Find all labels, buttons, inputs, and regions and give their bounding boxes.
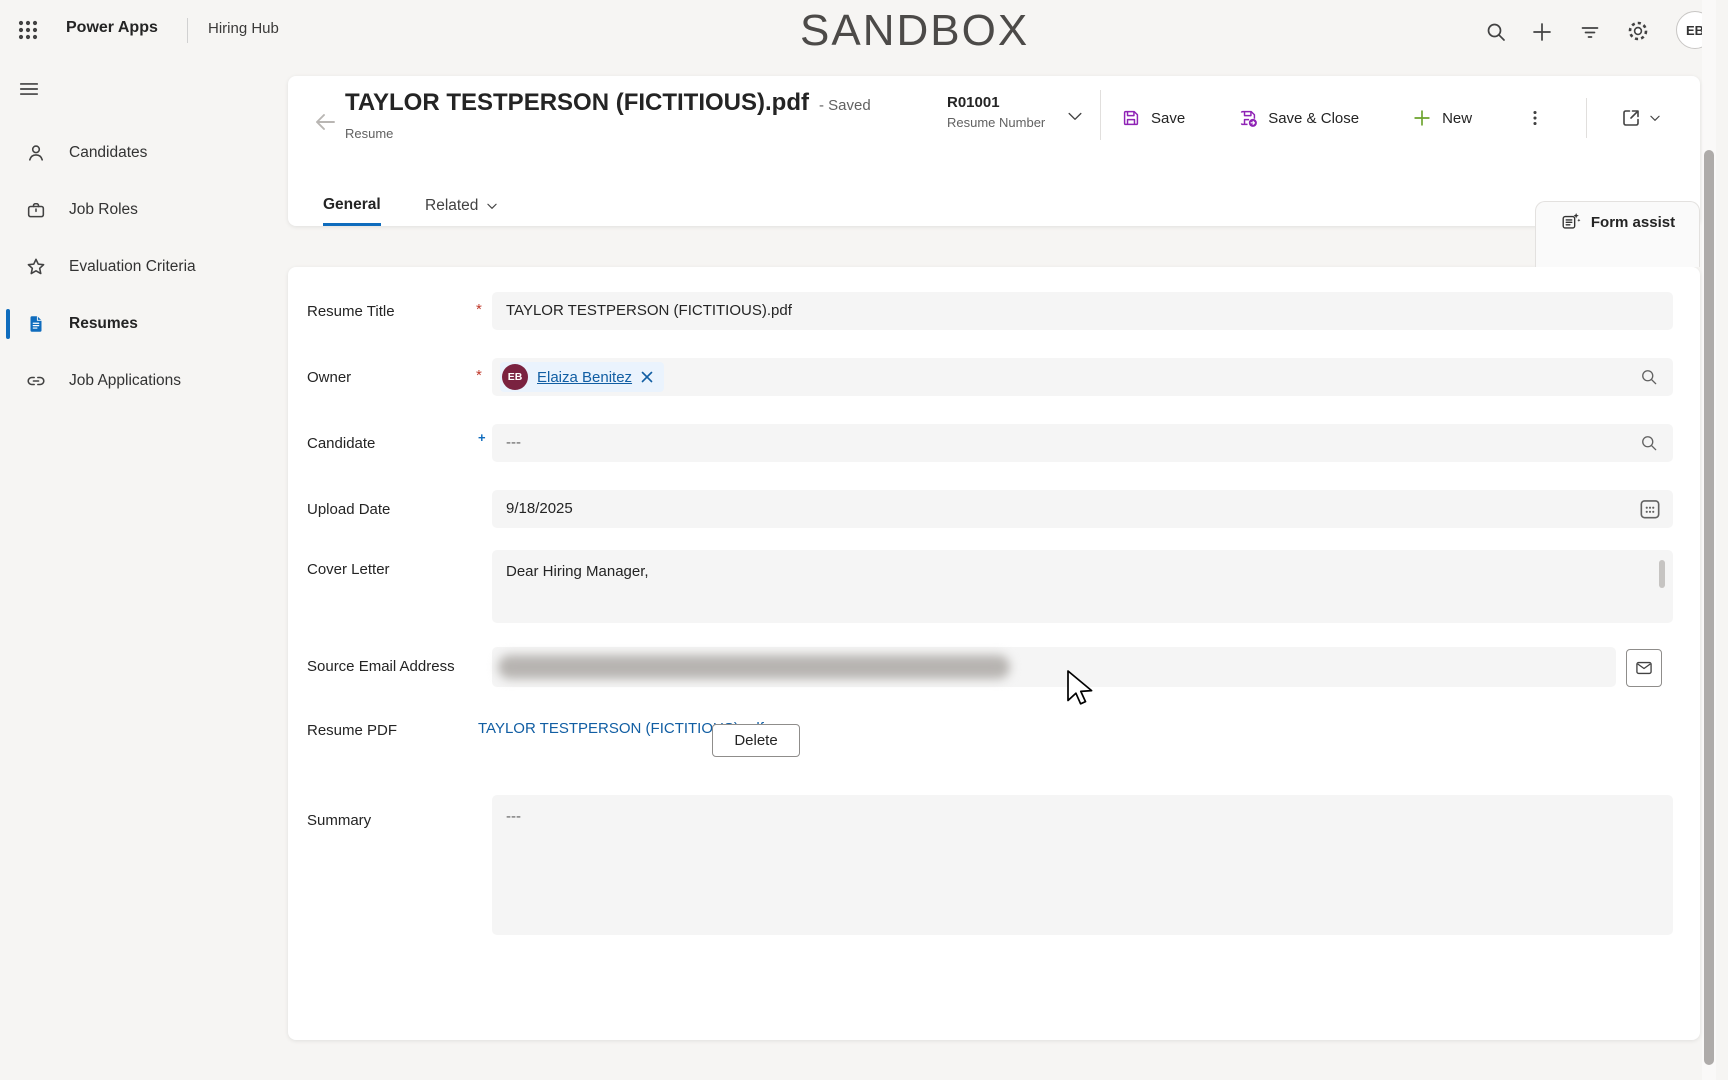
add-icon bbox=[1411, 107, 1433, 129]
back-arrow-icon[interactable] bbox=[313, 110, 337, 134]
sidebar-item-job-roles[interactable]: Job Roles bbox=[0, 181, 260, 238]
sidebar-item-label: Candidates bbox=[69, 144, 147, 162]
cover-letter-label: Cover Letter bbox=[307, 561, 390, 578]
sidebar-item-label: Job Roles bbox=[69, 201, 138, 219]
new-button[interactable]: New bbox=[1411, 107, 1472, 129]
environment-banner: SANDBOX bbox=[800, 6, 1029, 56]
sidebar-item-candidates[interactable]: Candidates bbox=[0, 124, 260, 181]
email-button[interactable] bbox=[1626, 649, 1662, 687]
command-bar-divider-2 bbox=[1586, 98, 1587, 138]
top-bar: Power Apps Hiring Hub SANDBOX EB bbox=[0, 0, 1728, 60]
resume-number-value: R01001 bbox=[947, 94, 1045, 113]
record-header-card: TAYLOR TESTPERSON (FICTITIOUS).pdf - Sav… bbox=[288, 76, 1700, 226]
chevron-down-icon bbox=[1648, 111, 1662, 125]
page-scrollbar-thumb[interactable] bbox=[1704, 150, 1714, 1065]
required-marker: * bbox=[476, 301, 482, 318]
owner-search-icon[interactable] bbox=[1639, 367, 1659, 387]
required-marker: * bbox=[476, 367, 482, 384]
share-button[interactable] bbox=[1619, 106, 1662, 130]
search-icon[interactable] bbox=[1484, 20, 1508, 44]
calendar-icon[interactable] bbox=[1637, 496, 1663, 522]
summary-label: Summary bbox=[307, 812, 371, 829]
tab-related[interactable]: Related bbox=[425, 186, 499, 226]
owner-record-chip: EB Elaiza Benitez bbox=[500, 362, 664, 392]
delete-file-button[interactable]: Delete bbox=[712, 724, 800, 757]
form-assist-button[interactable]: Form assist bbox=[1535, 201, 1700, 267]
sidebar-item-label: Evaluation Criteria bbox=[69, 258, 196, 276]
source-email-label: Source Email Address bbox=[307, 658, 455, 675]
save-status: - Saved bbox=[819, 97, 871, 114]
cover-letter-textarea[interactable]: Dear Hiring Manager, bbox=[492, 550, 1673, 623]
share-icon bbox=[1619, 106, 1643, 130]
sidebar-item-resumes[interactable]: Resumes bbox=[0, 295, 260, 352]
mail-icon bbox=[1634, 658, 1654, 678]
site-map-sidebar: Candidates Job Roles Evaluation Criteria… bbox=[0, 60, 260, 1080]
person-icon bbox=[25, 142, 47, 164]
briefcase-icon bbox=[25, 199, 47, 221]
resume-title-input[interactable]: TAYLOR TESTPERSON (FICTITIOUS).pdf bbox=[492, 292, 1673, 330]
selected-indicator bbox=[6, 309, 10, 339]
summary-textarea[interactable]: --- bbox=[492, 795, 1673, 935]
sidebar-item-label: Job Applications bbox=[69, 372, 181, 390]
quick-create-icon[interactable] bbox=[1530, 20, 1554, 44]
resume-title-label: Resume Title bbox=[307, 303, 395, 320]
owner-label: Owner bbox=[307, 369, 351, 386]
sidebar-item-label: Resumes bbox=[69, 315, 138, 333]
chevron-down-icon bbox=[485, 199, 499, 213]
document-icon bbox=[25, 313, 47, 335]
entity-label: Resume bbox=[345, 126, 393, 141]
save-and-close-icon bbox=[1237, 107, 1259, 129]
more-commands-icon[interactable] bbox=[1524, 107, 1546, 129]
expand-header-chevron-icon[interactable] bbox=[1065, 106, 1085, 126]
candidate-search-icon[interactable] bbox=[1639, 433, 1659, 453]
business-recommended-marker: + bbox=[478, 430, 486, 445]
topbar-divider bbox=[187, 18, 188, 43]
form-assist-icon bbox=[1560, 211, 1582, 233]
app-name[interactable]: Power Apps bbox=[66, 19, 158, 37]
resume-pdf-label: Resume PDF bbox=[307, 722, 397, 739]
owner-link[interactable]: Elaiza Benitez bbox=[537, 369, 632, 386]
form-body-card: Resume Title * TAYLOR TESTPERSON (FICTIT… bbox=[288, 267, 1700, 1040]
owner-avatar: EB bbox=[502, 364, 528, 390]
save-button[interactable]: Save bbox=[1120, 107, 1185, 129]
app-area-title[interactable]: Hiring Hub bbox=[208, 20, 279, 37]
tab-general[interactable]: General bbox=[323, 186, 381, 226]
candidate-lookup-field[interactable]: --- bbox=[492, 424, 1673, 462]
settings-gear-icon[interactable] bbox=[1626, 19, 1650, 43]
sidebar-item-job-applications[interactable]: Job Applications bbox=[0, 352, 260, 409]
filter-icon[interactable] bbox=[1578, 20, 1602, 44]
upload-date-input[interactable]: 9/18/2025 bbox=[492, 490, 1673, 528]
hamburger-menu-icon[interactable] bbox=[18, 78, 40, 100]
source-email-input[interactable] bbox=[492, 647, 1616, 687]
redacted-email-value bbox=[498, 655, 1010, 679]
star-icon bbox=[25, 256, 47, 278]
resume-number-label: Resume Number bbox=[947, 115, 1045, 131]
power-apps-window: Power Apps Hiring Hub SANDBOX EB bbox=[0, 0, 1728, 1080]
upload-date-label: Upload Date bbox=[307, 501, 390, 518]
form-assist-label: Form assist bbox=[1591, 214, 1675, 231]
link-icon bbox=[25, 370, 47, 392]
header-summary-field: R01001 Resume Number bbox=[947, 94, 1045, 131]
command-bar: Save Save & Close New bbox=[1120, 90, 1662, 146]
save-icon bbox=[1120, 107, 1142, 129]
candidate-label: Candidate bbox=[307, 435, 375, 452]
app-launcher-icon[interactable] bbox=[16, 18, 40, 42]
command-bar-divider bbox=[1100, 90, 1101, 140]
save-and-close-button[interactable]: Save & Close bbox=[1237, 107, 1359, 129]
remove-owner-icon[interactable] bbox=[640, 370, 654, 384]
record-title: TAYLOR TESTPERSON (FICTITIOUS).pdf bbox=[345, 89, 809, 117]
owner-lookup-field[interactable]: EB Elaiza Benitez bbox=[492, 358, 1673, 396]
sidebar-item-evaluation-criteria[interactable]: Evaluation Criteria bbox=[0, 238, 260, 295]
cover-letter-scrollbar[interactable] bbox=[1659, 560, 1665, 588]
